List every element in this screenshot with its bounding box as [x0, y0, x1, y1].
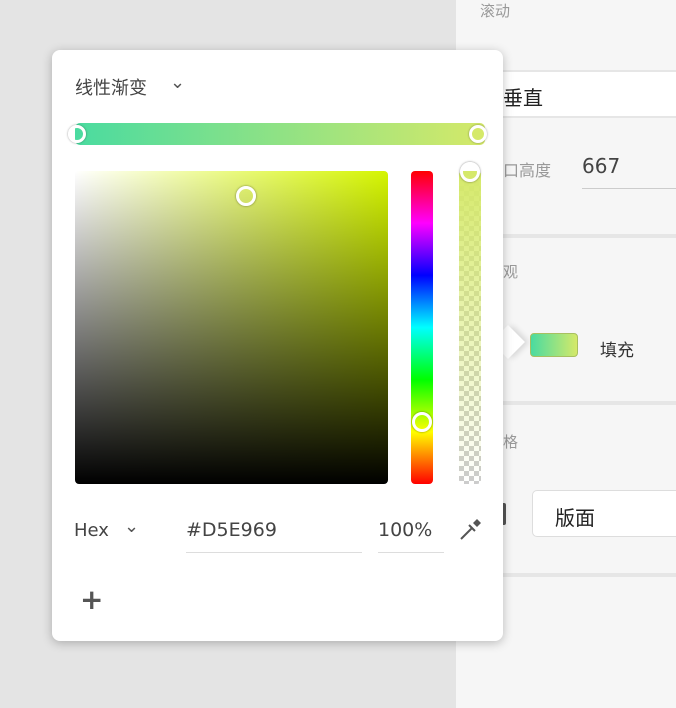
eyedropper-icon[interactable] — [457, 517, 483, 543]
scroll-value: 垂直 — [503, 86, 543, 110]
hue-slider[interactable] — [411, 171, 433, 484]
saturation-value-area[interactable] — [75, 171, 388, 484]
alpha-handle[interactable] — [460, 162, 480, 182]
add-color-button[interactable]: + — [80, 583, 103, 616]
height-input[interactable]: 667 — [582, 154, 620, 178]
gradient-bar[interactable] — [75, 123, 485, 145]
height-label: 口高度 — [503, 161, 552, 180]
hex-underline — [186, 552, 362, 553]
alpha-slider[interactable] — [459, 171, 481, 484]
appearance-label: 观 — [503, 263, 519, 281]
fill-swatch[interactable] — [530, 333, 578, 357]
color-picker-popover: 线性渐变 ⌄ Hex ⌄ #D5E969 100% + — [52, 50, 503, 641]
sv-handle[interactable] — [236, 186, 256, 206]
hue-handle[interactable] — [412, 412, 432, 432]
layout-select[interactable] — [532, 490, 676, 537]
layout-value: 版面 — [555, 506, 595, 530]
chevron-down-icon[interactable]: ⌄ — [124, 516, 139, 537]
gradient-stop-end[interactable] — [469, 125, 487, 143]
height-underline — [582, 188, 676, 189]
gradient-type-select[interactable]: 线性渐变 — [75, 74, 147, 100]
format-select[interactable]: Hex — [74, 520, 109, 541]
hex-input[interactable]: #D5E969 — [186, 519, 277, 541]
chevron-down-icon[interactable]: ⌄ — [170, 72, 185, 93]
opacity-input[interactable]: 100% — [378, 519, 432, 541]
gradient-stop-start[interactable] — [68, 125, 86, 143]
scroll-label: 滚动 — [480, 2, 511, 20]
fill-label: 填充 — [600, 341, 634, 361]
opacity-underline — [378, 552, 444, 553]
grid-label: 格 — [503, 433, 519, 451]
